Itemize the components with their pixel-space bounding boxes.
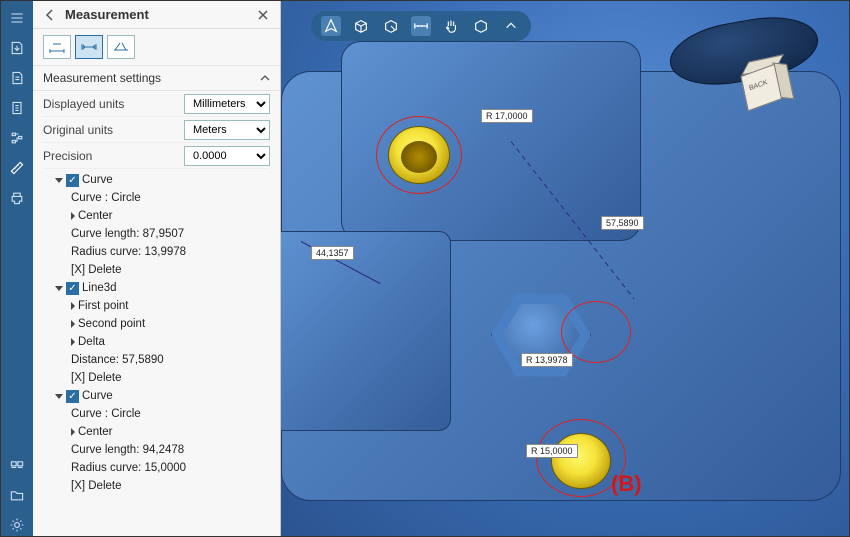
tool-navigate[interactable] xyxy=(321,16,341,36)
3d-viewport[interactable]: (B) R 17,0000 57,5890 44,1357 R 13,9978 … xyxy=(281,1,849,536)
import-icon[interactable] xyxy=(6,37,28,59)
mode-dimension[interactable] xyxy=(75,35,103,59)
menu-icon[interactable] xyxy=(6,7,28,29)
checkbox[interactable]: ✓ xyxy=(66,174,79,187)
navigation-cube[interactable]: BACK xyxy=(734,56,793,115)
chevron-up-icon xyxy=(260,73,270,83)
measurement-label[interactable]: R 15,0000 xyxy=(526,444,578,458)
panel-title: Measurement xyxy=(65,7,248,22)
delete-action[interactable]: [X] Delete xyxy=(71,264,122,276)
tree-item: Radius curve: 15,0000 xyxy=(71,462,186,474)
close-icon[interactable] xyxy=(256,8,270,22)
tool-chevron-up[interactable] xyxy=(501,16,521,36)
measure-icon[interactable] xyxy=(6,157,28,179)
page-icon[interactable] xyxy=(6,97,28,119)
mode-point-to-point[interactable] xyxy=(43,35,71,59)
settings-body: Displayed units Millimeters Original uni… xyxy=(33,91,280,169)
expand-icon[interactable] xyxy=(71,338,75,346)
expand-icon[interactable] xyxy=(55,394,63,399)
panel-header: Measurement xyxy=(33,1,280,29)
checkbox[interactable]: ✓ xyxy=(66,390,79,403)
delete-action[interactable]: [X] Delete xyxy=(71,372,122,384)
tree-item: Curve length: 87,9507 xyxy=(71,228,184,240)
tool-hand[interactable] xyxy=(441,16,461,36)
left-rail xyxy=(1,1,33,536)
tree-item[interactable]: Curve xyxy=(82,390,113,402)
precision-select[interactable]: 0.0000 xyxy=(184,146,270,166)
checkbox[interactable]: ✓ xyxy=(66,282,79,295)
folder-icon[interactable] xyxy=(6,484,28,506)
part-marking: (B) xyxy=(611,471,642,497)
viewport-toolbar xyxy=(311,11,531,41)
tree-item[interactable]: Curve xyxy=(82,174,113,186)
measurement-label[interactable]: R 13,9978 xyxy=(521,353,573,367)
bore-hole xyxy=(551,433,611,489)
settings-icon[interactable] xyxy=(6,514,28,536)
measurement-panel: Measurement Measurement settings Display… xyxy=(33,1,281,536)
settings-label: Measurement settings xyxy=(43,71,260,85)
measurement-label[interactable]: R 17,0000 xyxy=(481,109,533,123)
expand-icon[interactable] xyxy=(55,286,63,291)
back-icon[interactable] xyxy=(43,8,57,22)
tree-item[interactable]: Second point xyxy=(78,318,145,330)
print-icon[interactable] xyxy=(6,187,28,209)
expand-icon[interactable] xyxy=(71,428,75,436)
tree-item[interactable]: Delta xyxy=(78,336,105,348)
original-units-select[interactable]: Meters xyxy=(184,120,270,140)
tree-item[interactable]: First point xyxy=(78,300,129,312)
measurement-tree: ✓Curve Curve : Circle Center Curve lengt… xyxy=(33,169,280,536)
tool-box[interactable] xyxy=(351,16,371,36)
delete-action[interactable]: [X] Delete xyxy=(71,480,122,492)
expand-icon[interactable] xyxy=(71,302,75,310)
bore-inner xyxy=(401,141,437,173)
tree-item[interactable]: Curve : Circle xyxy=(71,192,141,204)
measure-mode-row xyxy=(33,29,280,66)
expand-icon[interactable] xyxy=(55,178,63,183)
tool-ruler[interactable] xyxy=(411,16,431,36)
precision-label: Precision xyxy=(43,149,184,163)
tree-item: Distance: 57,5890 xyxy=(71,354,164,366)
views-icon[interactable] xyxy=(6,454,28,476)
document-icon[interactable] xyxy=(6,67,28,89)
mode-distance[interactable] xyxy=(107,35,135,59)
settings-header[interactable]: Measurement settings xyxy=(33,66,280,91)
measurement-label[interactable]: 44,1357 xyxy=(311,246,354,260)
displayed-units-select[interactable]: Millimeters xyxy=(184,94,270,114)
tool-cube[interactable] xyxy=(471,16,491,36)
tree-icon[interactable] xyxy=(6,127,28,149)
original-units-label: Original units xyxy=(43,123,184,137)
tree-item: Curve length: 94,2478 xyxy=(71,444,184,456)
tree-item[interactable]: Line3d xyxy=(82,282,117,294)
tree-item: Radius curve: 13,9978 xyxy=(71,246,186,258)
tree-item[interactable]: Center xyxy=(78,210,113,222)
expand-icon[interactable] xyxy=(71,320,75,328)
tree-item[interactable]: Center xyxy=(78,426,113,438)
expand-icon[interactable] xyxy=(71,212,75,220)
tree-item[interactable]: Curve : Circle xyxy=(71,408,141,420)
measurement-label[interactable]: 57,5890 xyxy=(601,216,644,230)
tool-box-sel[interactable] xyxy=(381,16,401,36)
displayed-units-label: Displayed units xyxy=(43,97,184,111)
